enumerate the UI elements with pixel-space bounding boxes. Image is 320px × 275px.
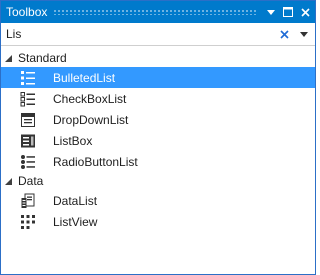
- drag-grip[interactable]: [53, 9, 258, 15]
- maximize-button[interactable]: [281, 5, 295, 19]
- tool-item-checkboxlist[interactable]: CheckBoxList: [1, 88, 315, 109]
- dropdown-list-icon: [20, 112, 36, 128]
- window-title: Toolbox: [6, 5, 48, 19]
- tool-item-datalist[interactable]: DataList: [1, 190, 315, 211]
- radio-button-list-icon: [20, 154, 36, 170]
- group-label: Data: [18, 174, 44, 188]
- tool-item-label: CheckBoxList: [53, 91, 127, 106]
- search-options-button[interactable]: [295, 25, 313, 43]
- tool-item-label: DataList: [53, 193, 98, 208]
- toolbox-window: Toolbox Standard: [0, 0, 316, 275]
- close-button[interactable]: [298, 5, 312, 19]
- collapse-caret-icon[interactable]: [1, 177, 15, 185]
- search-bar: [1, 23, 315, 46]
- close-icon: [300, 7, 310, 17]
- listview-icon: [20, 214, 36, 230]
- tool-item-label: ListView: [53, 214, 98, 229]
- maximize-icon: [283, 7, 293, 17]
- group-label: Standard: [18, 51, 67, 65]
- search-input[interactable]: [1, 25, 275, 43]
- checkbox-list-icon: [20, 91, 36, 107]
- group-header-data[interactable]: Data: [1, 172, 315, 190]
- toolbox-tree: Standard BulletedList CheckBoxList DropD…: [1, 46, 315, 232]
- tool-item-radiobuttonlist[interactable]: RadioButtonList: [1, 151, 315, 172]
- collapse-caret-icon[interactable]: [1, 54, 15, 62]
- window-position-dropdown-button[interactable]: [264, 5, 278, 19]
- tool-item-label: DropDownList: [53, 112, 129, 127]
- group-header-standard[interactable]: Standard: [1, 49, 315, 67]
- tool-item-listbox[interactable]: ListBox: [1, 130, 315, 151]
- tool-item-dropdownlist[interactable]: DropDownList: [1, 109, 315, 130]
- clear-icon: [279, 29, 289, 39]
- listbox-icon: [20, 133, 36, 149]
- tool-item-label: BulletedList: [53, 70, 116, 85]
- tool-item-label: ListBox: [53, 133, 93, 148]
- chevron-down-icon: [267, 9, 275, 15]
- clear-search-button[interactable]: [275, 25, 293, 43]
- datalist-icon: [20, 193, 36, 209]
- title-bar[interactable]: Toolbox: [1, 1, 315, 23]
- tool-item-listview[interactable]: ListView: [1, 211, 315, 232]
- chevron-down-icon: [300, 31, 308, 37]
- tool-item-label: RadioButtonList: [53, 154, 138, 169]
- bulleted-list-icon: [20, 70, 36, 86]
- tool-item-bulletedlist[interactable]: BulletedList: [1, 67, 315, 88]
